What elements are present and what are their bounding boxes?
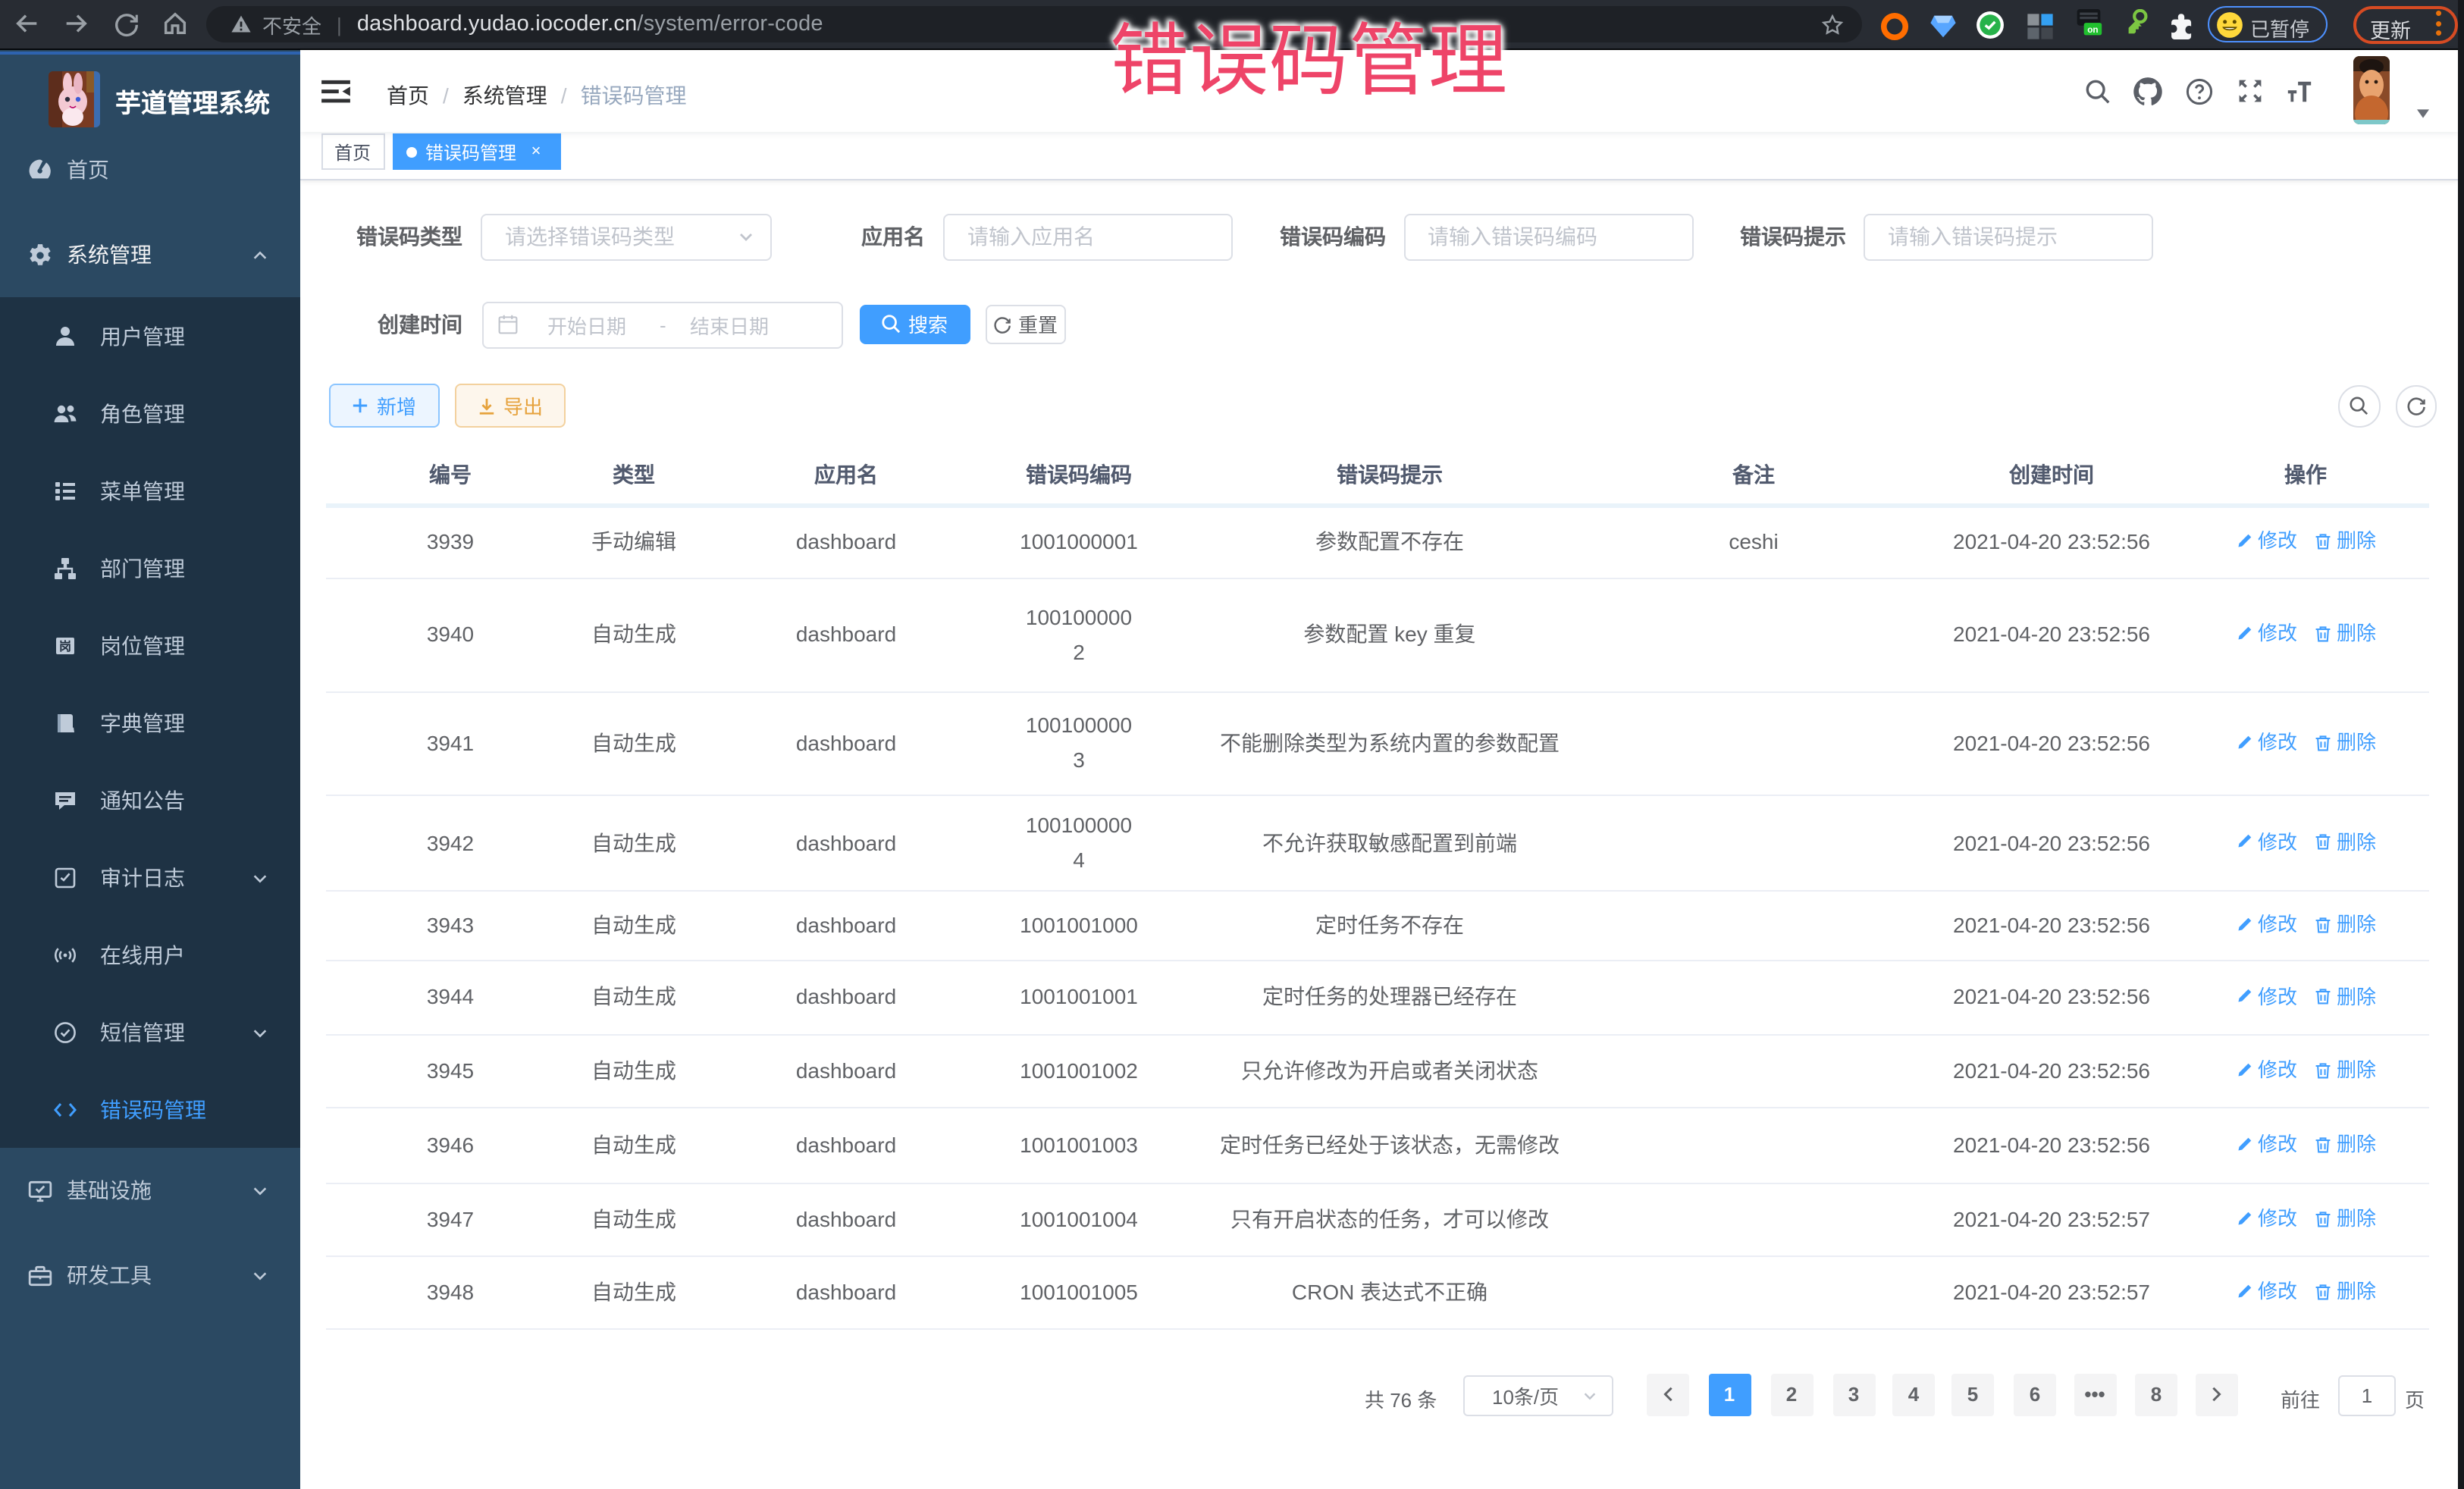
svg-text:岗: 岗 <box>59 639 71 653</box>
svg-text:on: on <box>2087 25 2098 35</box>
